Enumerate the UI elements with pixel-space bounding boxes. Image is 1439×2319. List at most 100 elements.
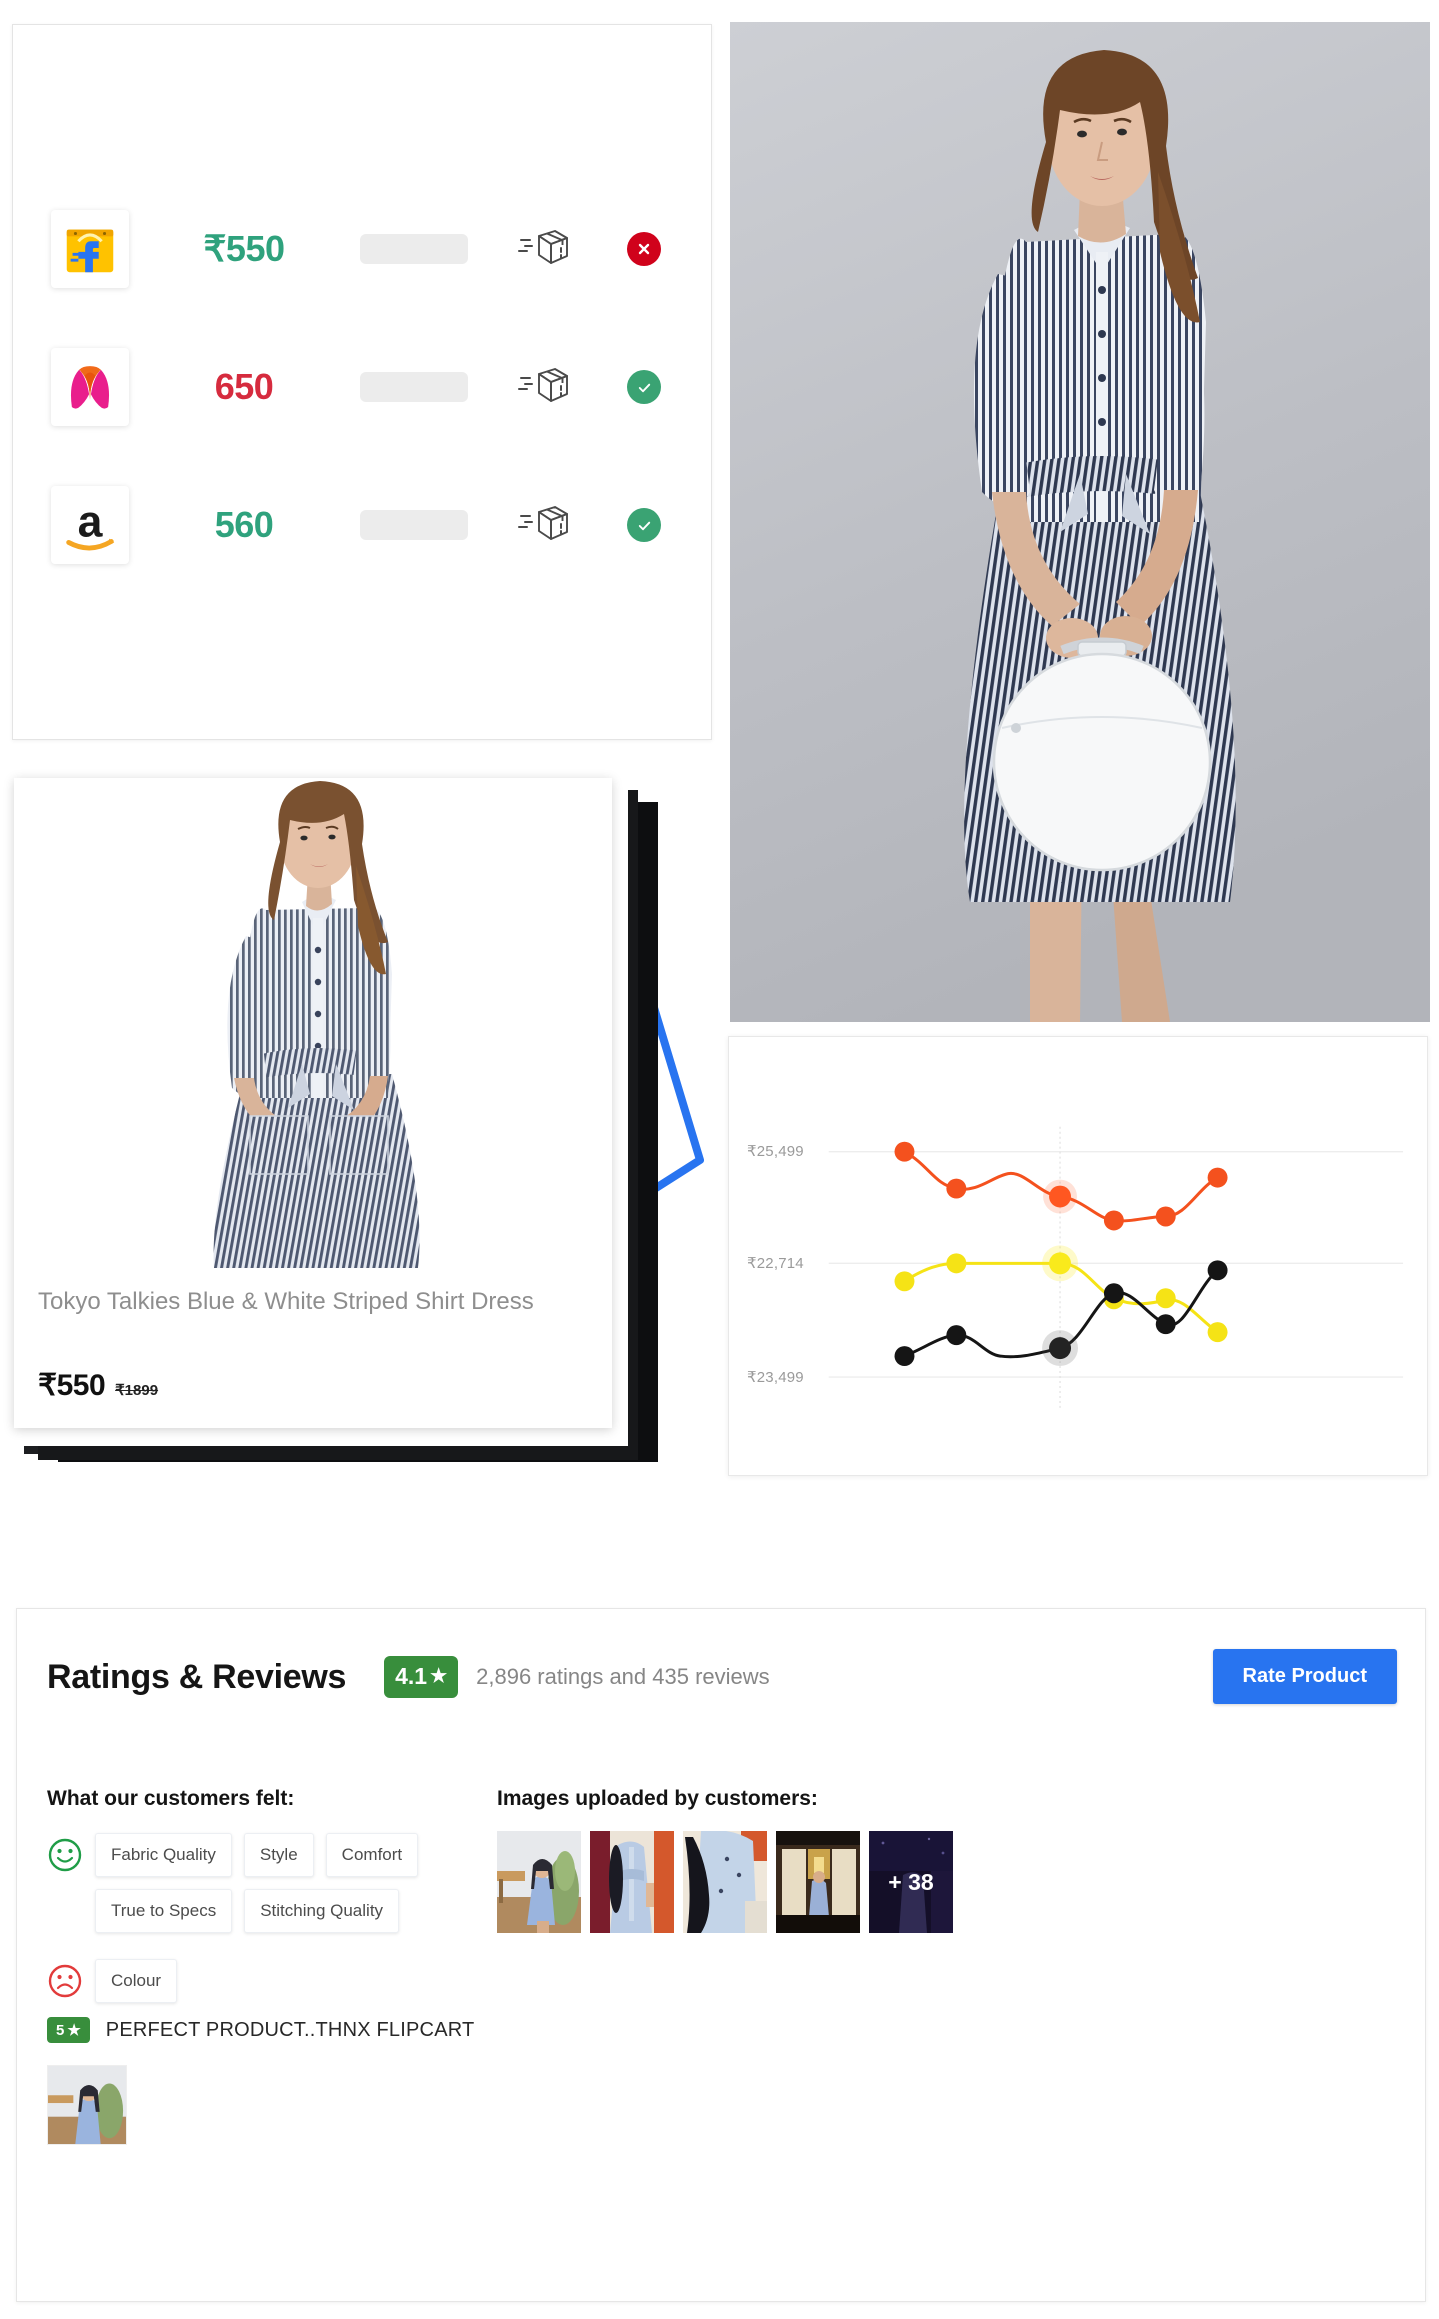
star-icon: ★ [67,2022,81,2039]
negative-tag-row: Colour [47,1959,467,2003]
delivery-box-icon [518,230,568,264]
customer-photo [683,1831,767,1933]
data-point [946,1178,967,1199]
y-axis-tick-label: ₹23,499 [747,1369,804,1386]
product-price-line: ₹550 ₹1899 [38,1368,158,1403]
delivery-box-icon [518,368,568,402]
product-title: Tokyo Talkies Blue & White Striped Shirt… [38,1288,534,1315]
data-point [1103,1210,1124,1231]
availability-cell [599,370,689,404]
review-header: 5 ★ PERFECT PRODUCT..THNX FLIPCART [47,2017,474,2043]
data-point-glow [1042,1245,1078,1282]
check-icon [638,383,650,392]
customer-images-label: Images uploaded by customers: [497,1787,818,1810]
table-row[interactable]: 650 [31,318,691,456]
shipping-cell [489,363,599,411]
product-card[interactable]: Tokyo Talkies Blue & White Striped Shirt… [14,778,612,1428]
positive-tag-row: Fabric Quality Style Comfort [47,1833,467,1877]
y-axis-tick-label: ₹25,499 [747,1143,804,1160]
customer-photo [590,1831,674,1933]
tag-chip[interactable]: Comfort [325,1833,419,1877]
data-point-glow [1042,1330,1078,1367]
data-point [1155,1206,1176,1227]
data-point-glow [1043,1179,1077,1214]
review-title: PERFECT PRODUCT..THNX FLIPCART [105,2018,475,2041]
price-history-chart[interactable]: ₹25,499 ₹22,714 ₹23,499 [728,1036,1428,1476]
review-rating-value: 5 [56,2021,65,2039]
review-attached-photo[interactable] [47,2065,127,2145]
star-icon: ★ [430,1666,448,1687]
rate-product-button[interactable]: Rate Product [1212,1649,1397,1704]
chart-canvas [828,1126,1404,1408]
data-point [1155,1288,1176,1309]
page-title: Ratings & Reviews [47,1657,347,1696]
hero-product-photo [730,22,1430,1022]
loading-placeholder-bar [360,234,468,264]
cross-icon [638,243,650,255]
price-value: 560 [214,504,274,545]
table-row[interactable]: a 560 [31,456,691,594]
data-point [1103,1283,1124,1304]
positive-tag-row: True to Specs Stitching Quality [47,1889,467,1933]
data-point [894,1141,915,1162]
data-point [946,1253,967,1274]
delivery-box-icon [518,506,568,540]
data-point [1155,1314,1176,1335]
rating-count-text: 2,896 ratings and 435 reviews [476,1664,770,1689]
customer-image-thumb[interactable] [776,1831,860,1933]
product-thumbnail [14,778,612,1268]
customer-photo [776,1831,860,1933]
product-price: ₹550 [38,1369,106,1402]
customers-felt-label: What our customers felt: [47,1787,295,1810]
shipping-cell [489,225,599,273]
more-images-count: + 38 [869,1831,953,1933]
loading-placeholder-bar [360,372,468,402]
svg-text:a: a [78,498,104,547]
store-logo-cell [31,200,149,298]
customer-images-row: + 38 [497,1831,953,1933]
tag-chip[interactable]: Style [243,1833,314,1877]
price-value: ₹550 [203,228,285,269]
tag-chip[interactable]: Colour [95,1959,178,2003]
myntra-logo-icon [51,348,129,426]
shipping-cell [489,501,599,549]
customer-image-thumb[interactable] [590,1831,674,1933]
y-axis-tick-label: ₹22,714 [747,1255,804,1272]
customer-image-thumb[interactable] [683,1831,767,1933]
product-illustration [14,778,612,1268]
placeholder-bar-cell [339,234,489,264]
data-point [894,1271,915,1292]
data-point [1207,1167,1228,1188]
rating-badge: 4.1 ★ [384,1656,459,1698]
price-comparison-panel: ₹550 650 a 560 [12,24,712,740]
placeholder-bar-cell [339,372,489,402]
tag-chip[interactable]: True to Specs [95,1889,233,1933]
model-illustration [730,22,1430,1022]
price-comparison-list: ₹550 650 a 560 [31,180,691,594]
tag-chip[interactable]: Stitching Quality [244,1889,400,1933]
product-original-price: ₹1899 [115,1382,159,1399]
status-badge [627,508,661,542]
data-point [894,1346,915,1367]
table-row[interactable]: ₹550 [31,180,691,318]
smiley-sad-icon [48,1964,82,1998]
feedback-tags: Fabric Quality Style Comfort True to Spe… [47,1833,467,2015]
data-point [946,1325,967,1346]
review-list-item: 5 ★ PERFECT PRODUCT..THNX FLIPCART [47,2017,474,2145]
price-value: 650 [214,366,274,407]
tag-chip[interactable]: Fabric Quality [95,1833,232,1877]
check-icon [638,521,650,530]
availability-cell [599,232,689,266]
customer-photo [497,1831,581,1933]
review-rating-badge: 5 ★ [47,2017,90,2043]
customer-image-thumb[interactable] [497,1831,581,1933]
flipkart-logo-icon [51,210,129,288]
data-point [1207,1322,1228,1343]
reviews-header: Ratings & Reviews 4.1 ★ 2,896 ratings an… [47,1647,1397,1707]
rating-value: 4.1 [395,1663,428,1689]
review-photo [48,2066,126,2144]
customer-image-thumb-more[interactable]: + 38 [869,1831,953,1933]
loading-placeholder-bar [360,510,468,540]
amazon-logo-icon: a [51,486,129,564]
placeholder-bar-cell [339,510,489,540]
